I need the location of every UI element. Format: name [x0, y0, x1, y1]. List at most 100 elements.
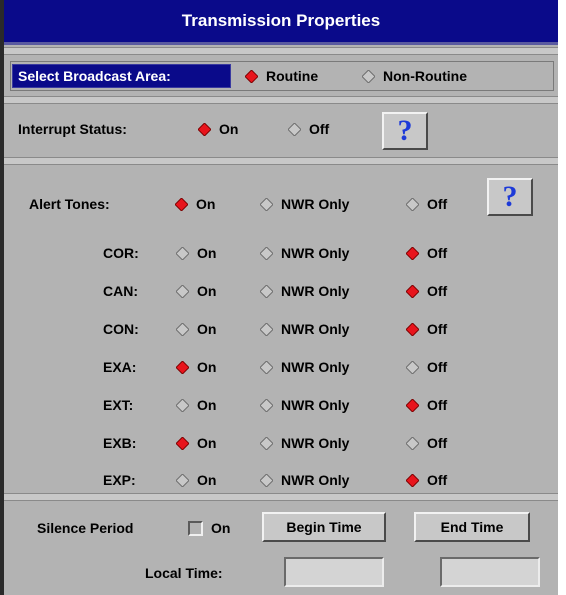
- radio-label: On: [197, 321, 217, 337]
- end-time-field[interactable]: [440, 557, 540, 587]
- interrupt-status-off-radio[interactable]: Off: [288, 121, 329, 137]
- broadcast-area-nonroutine-radio[interactable]: Non-Routine: [362, 64, 467, 88]
- radio-label: On: [197, 435, 217, 451]
- silence-period-label: Silence Period: [37, 520, 134, 536]
- radio-diamond-icon: [176, 473, 189, 487]
- event-code-nwr-radio[interactable]: NWR Only: [260, 397, 349, 413]
- event-code-label: CAN:: [103, 283, 138, 299]
- radio-label: NWR Only: [281, 196, 350, 212]
- event-code-nwr-radio[interactable]: NWR Only: [260, 245, 349, 261]
- alert-tones-label: Alert Tones:: [29, 196, 110, 212]
- broadcast-area-routine-radio[interactable]: Routine: [245, 64, 318, 88]
- event-code-off-radio[interactable]: Off: [406, 472, 447, 488]
- event-code-nwr-radio[interactable]: NWR Only: [260, 321, 349, 337]
- local-time-label: Local Time:: [145, 565, 223, 581]
- radio-label: On: [197, 359, 217, 375]
- radio-diamond-icon: [288, 122, 301, 136]
- event-code-label: EXB:: [103, 435, 137, 451]
- checkbox-label: On: [211, 520, 231, 536]
- event-code-nwr-radio[interactable]: NWR Only: [260, 435, 349, 451]
- radio-label: Off: [427, 196, 448, 212]
- event-code-on-radio[interactable]: On: [176, 283, 216, 299]
- radio-label: Off: [427, 397, 448, 413]
- radio-diamond-icon: [260, 398, 273, 412]
- silence-on-checkbox[interactable]: On: [188, 520, 230, 536]
- event-code-nwr-radio[interactable]: NWR Only: [260, 359, 349, 375]
- radio-diamond-icon: [176, 284, 189, 298]
- radio-diamond-icon: [176, 436, 189, 450]
- radio-diamond-icon: [260, 473, 273, 487]
- interrupt-help-button[interactable]: ?: [382, 112, 428, 150]
- event-code-nwr-radio[interactable]: NWR Only: [260, 283, 349, 299]
- radio-label: Off: [427, 359, 448, 375]
- radio-diamond-icon: [260, 197, 273, 211]
- radio-label: On: [197, 397, 217, 413]
- begin-time-button[interactable]: Begin Time: [262, 512, 386, 542]
- event-code-on-radio[interactable]: On: [176, 245, 216, 261]
- event-code-label: COR:: [103, 245, 139, 261]
- radio-label: NWR Only: [281, 245, 350, 261]
- radio-diamond-icon: [175, 197, 188, 211]
- separator: [4, 96, 558, 104]
- separator: [4, 47, 558, 55]
- begin-time-field[interactable]: [284, 557, 384, 587]
- radio-label: On: [197, 245, 217, 261]
- event-code-off-radio[interactable]: Off: [406, 321, 447, 337]
- alert-tones-off-radio[interactable]: Off: [406, 196, 447, 212]
- radio-diamond-icon: [406, 398, 419, 412]
- event-code-on-radio[interactable]: On: [176, 397, 216, 413]
- radio-label: Off: [427, 245, 448, 261]
- radio-diamond-icon: [260, 322, 273, 336]
- event-code-on-radio[interactable]: On: [176, 359, 216, 375]
- window-title: Transmission Properties: [4, 0, 558, 45]
- event-code-nwr-radio[interactable]: NWR Only: [260, 472, 349, 488]
- end-time-button[interactable]: End Time: [414, 512, 530, 542]
- event-code-off-radio[interactable]: Off: [406, 245, 447, 261]
- interrupt-status-on-radio[interactable]: On: [198, 121, 238, 137]
- question-mark-icon: ?: [502, 180, 518, 213]
- event-code-label: EXP:: [103, 472, 136, 488]
- event-code-on-radio[interactable]: On: [176, 472, 216, 488]
- radio-label: NWR Only: [281, 283, 350, 299]
- radio-label: On: [196, 196, 216, 212]
- separator: [4, 157, 558, 165]
- radio-label: Off: [309, 121, 330, 137]
- event-code-off-radio[interactable]: Off: [406, 359, 447, 375]
- question-mark-icon: ?: [397, 114, 413, 147]
- radio-label: On: [219, 121, 239, 137]
- event-code-on-radio[interactable]: On: [176, 435, 216, 451]
- radio-diamond-icon: [260, 360, 273, 374]
- event-code-off-radio[interactable]: Off: [406, 435, 447, 451]
- radio-label: NWR Only: [281, 321, 350, 337]
- radio-diamond-icon: [176, 246, 189, 260]
- radio-diamond-icon: [176, 360, 189, 374]
- alert-tones-help-button[interactable]: ?: [487, 178, 533, 216]
- radio-diamond-icon: [176, 398, 189, 412]
- broadcast-area-label: Select Broadcast Area:: [12, 64, 231, 88]
- radio-diamond-icon: [362, 69, 375, 83]
- alert-tones-on-radio[interactable]: On: [175, 196, 215, 212]
- radio-diamond-icon: [198, 122, 211, 136]
- radio-diamond-icon: [260, 436, 273, 450]
- event-code-off-radio[interactable]: Off: [406, 397, 447, 413]
- radio-label: Routine: [266, 68, 319, 84]
- radio-diamond-icon: [176, 322, 189, 336]
- radio-diamond-icon: [406, 246, 419, 260]
- radio-diamond-icon: [260, 246, 273, 260]
- event-code-on-radio[interactable]: On: [176, 321, 216, 337]
- event-code-label: CON:: [103, 321, 139, 337]
- radio-label: Non-Routine: [383, 68, 467, 84]
- radio-label: On: [197, 283, 217, 299]
- radio-label: NWR Only: [281, 435, 350, 451]
- event-code-label: EXA:: [103, 359, 137, 375]
- event-code-off-radio[interactable]: Off: [406, 283, 447, 299]
- radio-diamond-icon: [406, 360, 419, 374]
- interrupt-status-label: Interrupt Status:: [18, 121, 127, 137]
- window-right-margin: [558, 0, 566, 595]
- radio-diamond-icon: [245, 69, 258, 83]
- radio-label: NWR Only: [281, 397, 350, 413]
- radio-diamond-icon: [406, 197, 419, 211]
- separator: [4, 493, 558, 501]
- radio-label: Off: [427, 283, 448, 299]
- alert-tones-nwr-radio[interactable]: NWR Only: [260, 196, 349, 212]
